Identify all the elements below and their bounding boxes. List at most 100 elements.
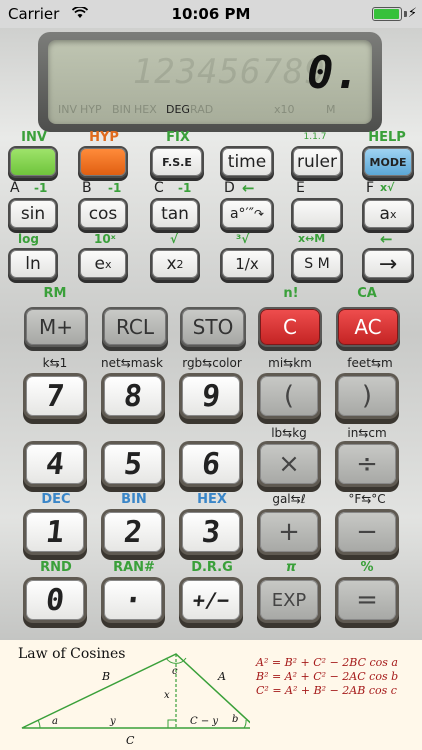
- recall-button[interactable]: RCL: [104, 309, 166, 345]
- display-value: 0.: [307, 48, 360, 99]
- cos-button[interactable]: cos: [80, 200, 126, 228]
- angle-b-label: b: [232, 714, 238, 725]
- square-button[interactable]: x2: [152, 250, 198, 278]
- digit-7-button[interactable]: 7: [26, 376, 84, 416]
- formula-a: A² = B² + C² − 2BC cos a: [256, 656, 398, 669]
- label-fix: FIX: [166, 130, 190, 145]
- digit-8-button[interactable]: 8: [104, 376, 162, 416]
- label-rgb-color: rgb⇆color: [182, 356, 242, 370]
- decimal-label: ·: [122, 582, 144, 618]
- power-base: a: [379, 204, 390, 224]
- indicator-hyp: HYP: [80, 103, 102, 116]
- right-arrow-button[interactable]: →: [364, 250, 412, 278]
- all-clear-button[interactable]: AC: [338, 309, 398, 345]
- label-ca: CA: [357, 286, 377, 301]
- segment-cy-label: C − y: [190, 716, 218, 727]
- segment-y-label: y: [109, 716, 116, 727]
- label-factorial: n!: [283, 286, 299, 301]
- store-button[interactable]: STO: [182, 309, 244, 345]
- digit-2-label: 2: [122, 514, 144, 550]
- digit-7-label: 7: [44, 378, 66, 414]
- label-e-mem: E: [296, 180, 305, 196]
- label-10x: 10ˣ: [94, 232, 116, 246]
- digit-1-button[interactable]: 1: [26, 512, 84, 552]
- ln-button[interactable]: ln: [10, 250, 56, 278]
- label-percent: %: [360, 560, 374, 575]
- label-d-mem: D: [224, 180, 235, 196]
- sin-button[interactable]: sin: [10, 200, 56, 228]
- label-mi-km: mi⇆km: [268, 356, 312, 370]
- hyp-button[interactable]: [80, 148, 126, 176]
- label-version: 1.1.7: [303, 132, 327, 142]
- label-x-to-m: x↔M: [298, 232, 326, 245]
- digit-2-button[interactable]: 2: [104, 512, 162, 552]
- height-x-label: x: [164, 690, 170, 701]
- clock: 10:06 PM: [171, 5, 251, 23]
- formula-b: B² = A² + C² − 2AC cos b: [256, 670, 399, 683]
- minus-button[interactable]: −: [338, 512, 396, 552]
- indicator-deg: DEG: [166, 103, 190, 116]
- power-button[interactable]: ax: [364, 200, 412, 228]
- angle-c-label: c: [172, 666, 178, 677]
- angle-a-label: a: [52, 716, 58, 727]
- reciprocal-button[interactable]: 1/x: [222, 250, 272, 278]
- digit-8-label: 8: [122, 378, 144, 414]
- indicator-inv: INV: [58, 103, 77, 116]
- law-of-cosines-panel: Law of Cosines B A C a b c x y C − y A² …: [0, 640, 422, 750]
- tan-button[interactable]: tan: [152, 200, 198, 228]
- battery-tip: [404, 11, 407, 17]
- label-rm: RM: [43, 286, 67, 301]
- decimal-button[interactable]: ·: [104, 580, 162, 620]
- triangle-diagram: B A C a b c x y C − y: [21, 653, 250, 747]
- inv-button[interactable]: [10, 148, 56, 176]
- label-drg: D.R.G: [191, 560, 233, 575]
- dms-label: a°′″: [229, 206, 254, 222]
- e-base: e: [94, 254, 105, 274]
- open-paren-button[interactable]: (: [260, 376, 318, 416]
- digit-9-label: 9: [200, 378, 222, 414]
- sm-button[interactable]: S M: [293, 250, 341, 278]
- label-rnd: RND: [40, 560, 72, 575]
- exp-button[interactable]: EXP: [260, 580, 318, 620]
- mode-button[interactable]: MODE: [364, 148, 412, 176]
- label-help: HELP: [368, 130, 406, 145]
- divide-button[interactable]: ÷: [338, 444, 396, 484]
- digit-6-button[interactable]: 6: [182, 444, 240, 484]
- fse-button[interactable]: F.S.E: [152, 148, 202, 176]
- dms-button[interactable]: a°′″ ↷: [222, 200, 272, 228]
- label-in-cm: in⇆cm: [347, 426, 387, 440]
- e-blank-button[interactable]: [293, 200, 341, 228]
- label-b-mem: B: [82, 180, 92, 196]
- label-feet-m: feet⇆m: [347, 356, 393, 370]
- ruler-button[interactable]: ruler: [293, 148, 341, 176]
- sign-toggle-button[interactable]: +/−: [182, 580, 240, 620]
- side-b-label: B: [101, 670, 110, 683]
- digit-9-button[interactable]: 9: [182, 376, 240, 416]
- label-acos: -1: [108, 181, 122, 195]
- digit-3-button[interactable]: 3: [182, 512, 240, 552]
- time-button[interactable]: time: [222, 148, 272, 176]
- side-a-label: A: [217, 670, 226, 683]
- label-bin: BIN: [121, 492, 147, 507]
- digit-0-button[interactable]: 0: [26, 580, 84, 620]
- label-log: log: [18, 232, 39, 246]
- label-hex: HEX: [197, 492, 227, 507]
- exp-e-button[interactable]: ex: [80, 250, 126, 278]
- memory-plus-button[interactable]: M+: [26, 309, 86, 345]
- label-atan: -1: [178, 181, 192, 195]
- plus-button[interactable]: +: [260, 512, 318, 552]
- digit-6-label: 6: [200, 446, 222, 482]
- battery-icon: [372, 7, 402, 21]
- digit-4-button[interactable]: 4: [26, 444, 84, 484]
- label-asin: -1: [34, 181, 48, 195]
- clear-button[interactable]: C: [260, 309, 320, 345]
- equals-button[interactable]: =: [338, 580, 396, 620]
- digit-5-button[interactable]: 5: [104, 444, 162, 484]
- charging-icon: ⚡: [407, 6, 417, 21]
- sign-toggle-label: +/−: [191, 588, 231, 612]
- indicator-x10: x10: [274, 103, 295, 116]
- power-exp: x: [389, 207, 397, 221]
- close-paren-button[interactable]: ): [338, 376, 396, 416]
- multiply-button[interactable]: ×: [260, 444, 318, 484]
- status-bar: Carrier 10:06 PM ⚡: [0, 0, 422, 28]
